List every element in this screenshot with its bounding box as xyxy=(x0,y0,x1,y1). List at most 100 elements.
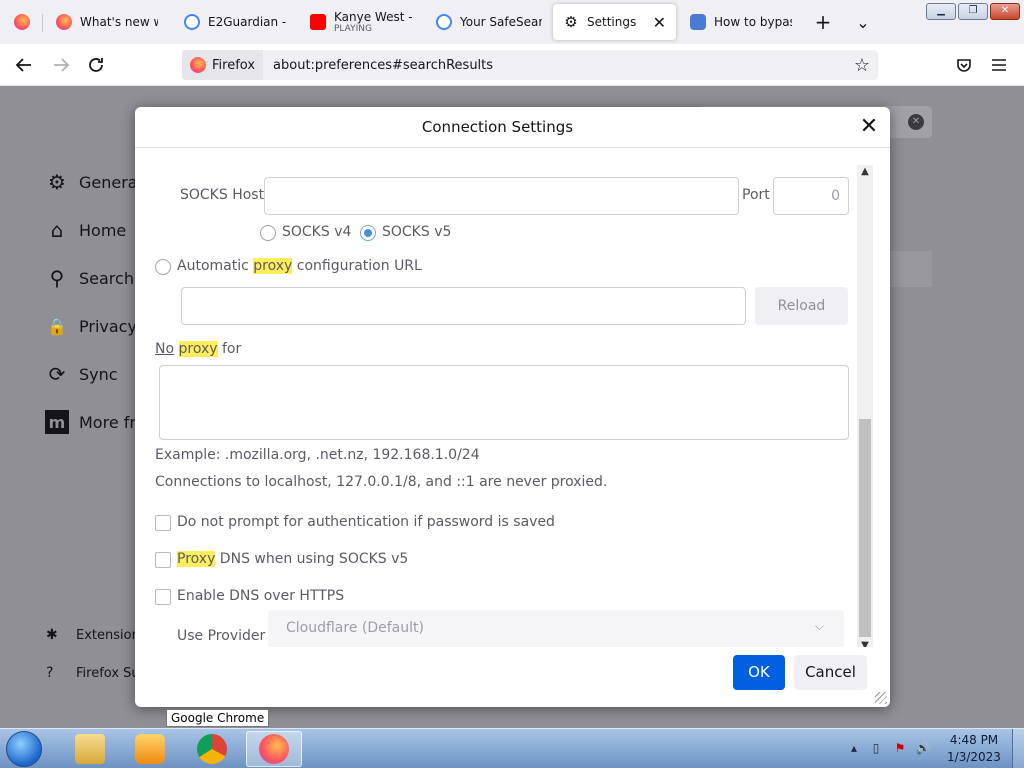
tab-text: Kanye West - St PLAYING xyxy=(334,10,416,34)
clock-time[interactable]: 4:48 PM xyxy=(949,733,999,747)
proxy-dns-checkbox[interactable] xyxy=(155,552,171,568)
auto-proxy-url-input[interactable] xyxy=(181,287,746,325)
start-button[interactable] xyxy=(6,731,42,767)
taskbar-media-player[interactable] xyxy=(122,731,178,767)
resize-grip-icon[interactable] xyxy=(875,692,887,704)
network-icon[interactable]: ▯ xyxy=(868,741,884,757)
auto-proxy-radio[interactable] xyxy=(155,259,171,275)
tab-list-button[interactable]: ⌄ xyxy=(852,11,874,33)
search-highlight: proxy xyxy=(253,258,293,274)
cancel-button[interactable]: Cancel xyxy=(794,655,867,690)
scrollbar-thumb[interactable] xyxy=(859,419,871,637)
sidebar-item-label: General xyxy=(79,172,143,192)
home-icon: ⌂ xyxy=(50,218,64,242)
no-proxy-label-mid xyxy=(174,341,178,357)
tray-expand-icon[interactable]: ▴ xyxy=(846,741,862,757)
playing-indicator: PLAYING xyxy=(334,24,372,34)
scroll-down-arrow-icon[interactable]: ▼ xyxy=(857,639,873,647)
forward-arrow-icon[interactable] xyxy=(50,54,72,76)
back-arrow-icon[interactable] xyxy=(13,54,35,76)
sidebar-footer-support[interactable]: ? Firefox Su xyxy=(46,665,140,681)
identity-label: Firefox xyxy=(212,57,256,73)
auto-proxy-label-post: configuration URL xyxy=(292,258,422,274)
socks-v4-label: SOCKS v4 xyxy=(282,224,352,240)
chevron-down-icon: ⌵ xyxy=(814,619,824,633)
sidebar-item-search[interactable]: ⚲ Search xyxy=(45,266,134,290)
pocket-icon[interactable] xyxy=(953,54,975,76)
media-player-icon xyxy=(135,734,165,764)
socks-port-input[interactable]: 0 xyxy=(773,177,849,215)
tab-settings[interactable]: ⚙ Settings ✕ xyxy=(553,4,676,40)
url-text[interactable]: about:preferences#searchResults xyxy=(263,58,493,73)
taskbar-firefox[interactable] xyxy=(246,731,302,767)
sidebar-item-label: Home xyxy=(79,220,127,240)
socks-v5-label: SOCKS v5 xyxy=(382,224,452,240)
puzzle-icon: ✱ xyxy=(46,627,58,643)
volume-icon[interactable]: 🔊 xyxy=(915,741,931,757)
reload-button[interactable]: Reload xyxy=(755,287,848,325)
maximize-button[interactable]: ❐ xyxy=(958,3,988,20)
menu-icon[interactable] xyxy=(988,54,1010,76)
no-auth-prompt-checkbox[interactable] xyxy=(155,515,171,531)
no-proxy-textarea[interactable] xyxy=(159,365,849,440)
dialog-body: SOCKS Host Port 0 SOCKS v4 SOCKS v5 Auto… xyxy=(135,149,890,647)
search-icon: ⚲ xyxy=(49,266,65,290)
reload-icon[interactable] xyxy=(85,54,107,76)
sidebar-item-label: Sync xyxy=(79,364,118,384)
no-proxy-label: No proxy for xyxy=(155,341,241,357)
navigation-toolbar: Firefox about:preferences#searchResults … xyxy=(0,44,1024,86)
search-highlight: proxy xyxy=(178,341,218,357)
bookmark-star-icon[interactable]: ☆ xyxy=(854,55,870,76)
people-icon xyxy=(690,14,706,30)
close-dialog-icon[interactable]: ✕ xyxy=(857,116,881,140)
firefox-icon xyxy=(14,14,30,30)
firefox-icon xyxy=(56,14,72,30)
socks-v5-radio[interactable] xyxy=(360,225,376,241)
socks-v4-radio[interactable] xyxy=(260,225,276,241)
auto-proxy-label: Automatic proxy configuration URL xyxy=(177,258,422,274)
sidebar-item-more-from-mozilla[interactable]: m More fro xyxy=(45,410,145,434)
connection-settings-dialog: Connection Settings ✕ SOCKS Host Port 0 … xyxy=(135,107,890,707)
tab-whats-new[interactable]: What's new with xyxy=(46,4,168,40)
doh-provider-select[interactable]: Cloudflare (Default) ⌵ xyxy=(268,610,844,647)
firefox-icon xyxy=(259,734,289,764)
port-label: Port xyxy=(742,187,770,203)
google-icon xyxy=(184,14,200,30)
tab-safesearch[interactable]: Your SafeSearch xyxy=(426,4,552,40)
no-proxy-label-pre: No xyxy=(155,341,175,357)
tab-how-to-bypass[interactable]: How to bypass xyxy=(680,4,802,40)
tab-e2guardian[interactable]: E2Guardian - U xyxy=(174,4,300,40)
new-tab-button[interactable]: + xyxy=(812,10,834,34)
sidebar-footer-label: Firefox Su xyxy=(76,665,140,681)
close-window-button[interactable]: ✕ xyxy=(990,3,1020,20)
no-proxy-label-post: for xyxy=(217,341,242,357)
localhost-note: Connections to localhost, 127.0.0.1/8, a… xyxy=(155,474,608,490)
no-auth-prompt-label: Do not prompt for authentication if pass… xyxy=(177,514,555,530)
enable-doh-checkbox[interactable] xyxy=(155,589,171,605)
ok-button[interactable]: OK xyxy=(733,655,785,690)
show-desktop-button[interactable] xyxy=(1012,729,1024,768)
url-bar[interactable]: Firefox about:preferences#searchResults … xyxy=(182,50,878,80)
sidebar-item-general[interactable]: ⚙ General xyxy=(45,170,142,194)
scroll-up-arrow-icon[interactable]: ▲ xyxy=(857,165,873,179)
sidebar-item-sync[interactable]: ⟳ Sync xyxy=(45,362,118,386)
taskbar-explorer[interactable] xyxy=(62,731,118,767)
taskbar-chrome[interactable] xyxy=(184,731,240,767)
clear-search-icon[interactable]: ✕ xyxy=(908,114,924,130)
minimize-button[interactable]: ▁ xyxy=(926,3,956,20)
gear-icon: ⚙ xyxy=(564,13,578,31)
sidebar-footer-extensions[interactable]: ✱ Extension xyxy=(46,627,140,643)
socks-host-label: SOCKS Host xyxy=(180,187,265,203)
socks-host-input[interactable] xyxy=(264,177,739,215)
tab-kanye-west[interactable]: Kanye West - St PLAYING xyxy=(300,4,426,40)
taskbar-tooltip: Google Chrome xyxy=(166,709,270,727)
tab-label: What's new with xyxy=(80,15,158,29)
tab-firefox-view[interactable] xyxy=(4,4,40,40)
action-center-icon[interactable]: ⚑ xyxy=(892,741,908,757)
no-proxy-example: Example: .mozilla.org, .net.nz, 192.168.… xyxy=(155,447,480,463)
sidebar-item-home[interactable]: ⌂ Home xyxy=(45,218,127,242)
identity-box[interactable]: Firefox xyxy=(182,50,264,80)
mozilla-icon: m xyxy=(45,410,69,434)
clock-date[interactable]: 1/3/2023 xyxy=(945,750,1003,764)
close-tab-icon[interactable]: ✕ xyxy=(653,13,666,32)
